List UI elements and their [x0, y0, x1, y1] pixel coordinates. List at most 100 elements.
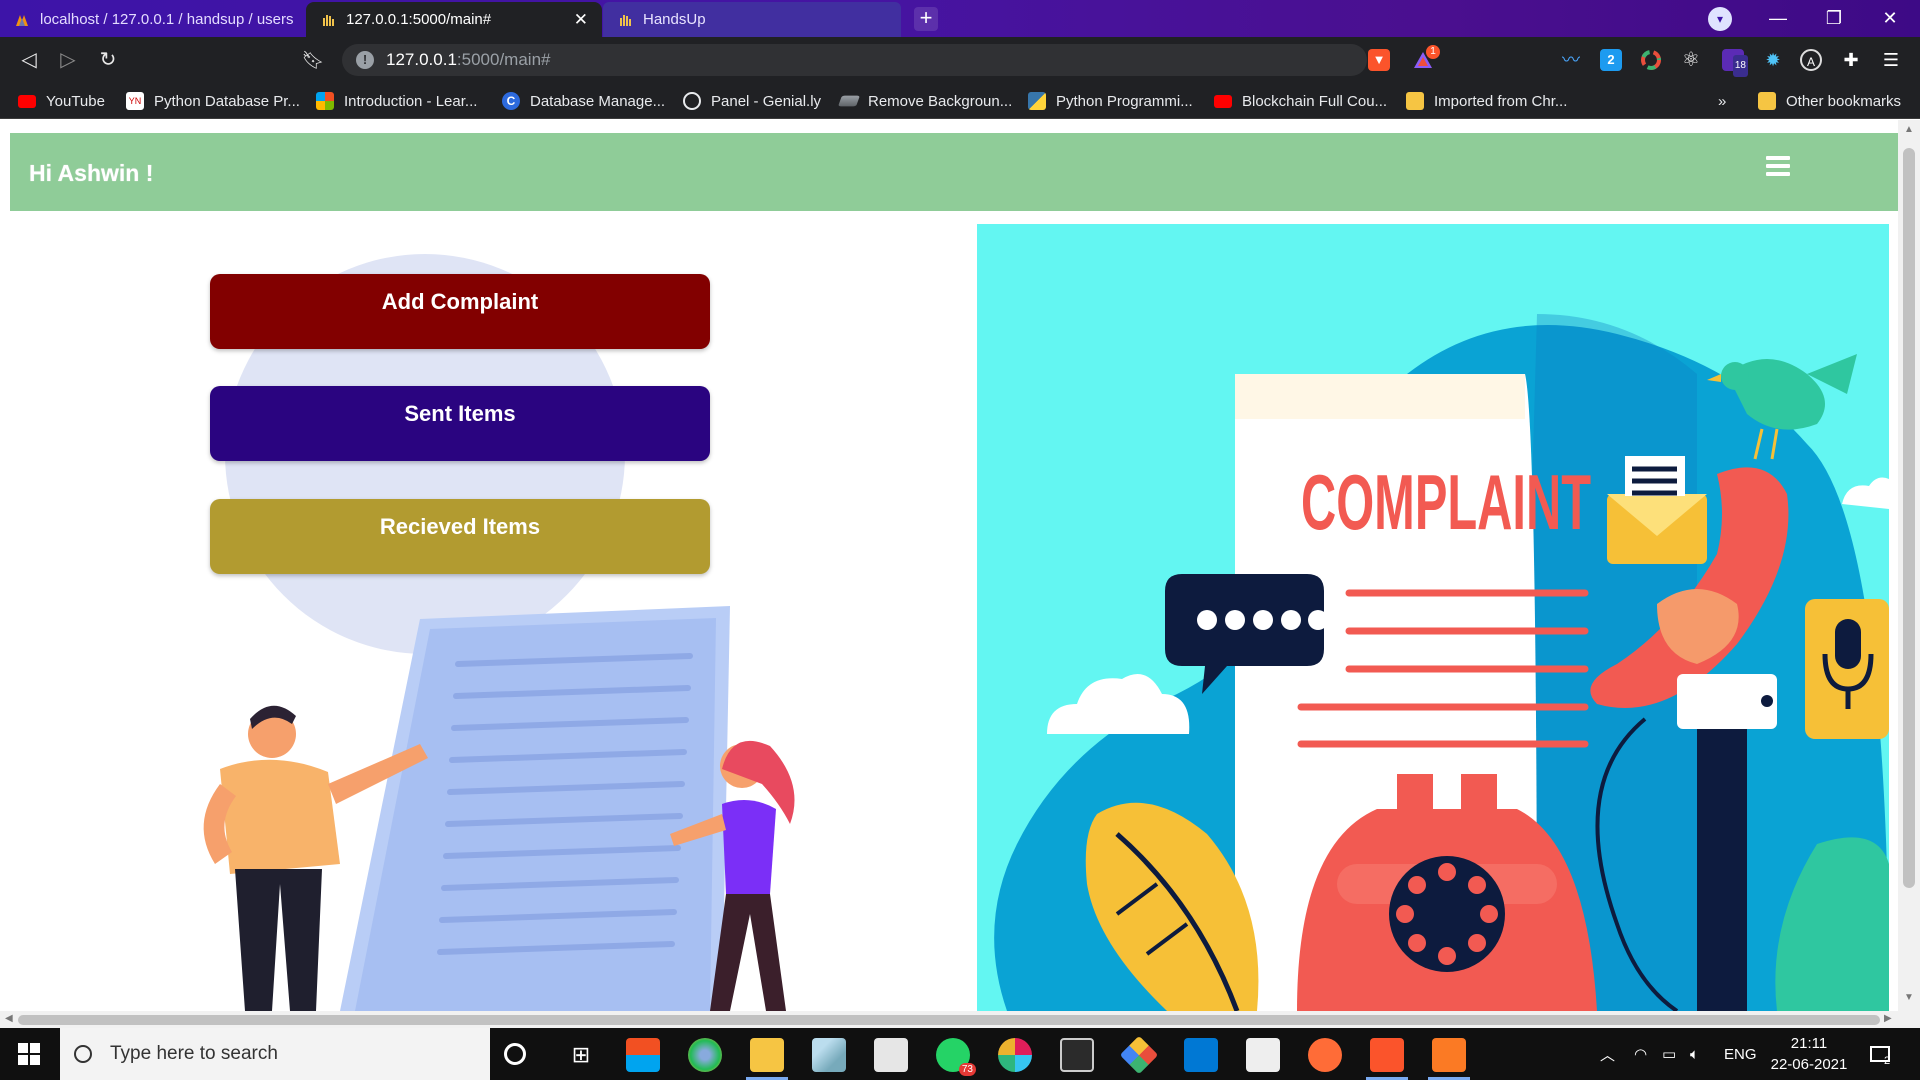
tab-main[interactable]: 127.0.0.1:5000/main# ✕ [306, 2, 602, 37]
python-icon [1028, 92, 1046, 110]
yn-icon: YN [126, 92, 144, 110]
sent-items-button[interactable]: Sent Items [210, 386, 710, 461]
tab-handsup[interactable]: HandsUp [603, 2, 901, 37]
genially-icon [683, 92, 701, 110]
bookmark-youtube[interactable]: YouTube [18, 90, 105, 112]
purple-extension-badge: 18 [1732, 55, 1748, 77]
battery-icon[interactable]: ▭ [1662, 1028, 1676, 1080]
menu-icon[interactable]: ☰ [1880, 49, 1902, 71]
paint-icon[interactable] [688, 1038, 722, 1072]
minimize-icon[interactable]: — [1750, 0, 1806, 37]
wifi-icon[interactable]: ◠ [1634, 1028, 1647, 1080]
bookmark-label: YouTube [46, 92, 105, 110]
horizontal-scrollbar[interactable]: ◀ ▶ [0, 1011, 1898, 1028]
gear-extension-icon[interactable]: ✹ [1762, 49, 1784, 71]
task-view-icon[interactable]: ⊞ [564, 1038, 598, 1072]
postman-icon[interactable] [1308, 1038, 1342, 1072]
hamburger-menu-icon[interactable] [1766, 156, 1792, 180]
browser-tab-strip: localhost / 127.0.0.1 / handsup / users … [0, 0, 1920, 37]
address-bar[interactable]: ! 127.0.0.1:5000/main# [342, 44, 1367, 76]
scroll-down-icon[interactable]: ▼ [1904, 992, 1914, 1003]
new-tab-button[interactable]: + [914, 7, 938, 31]
volume-icon[interactable]: 🔈︎ [1690, 1028, 1699, 1080]
store-icon[interactable] [626, 1038, 660, 1072]
cortana-icon[interactable] [504, 1043, 526, 1065]
close-window-icon[interactable]: ✕ [1862, 0, 1918, 37]
xampp-icon[interactable] [1432, 1038, 1466, 1072]
notification-count: 2 [1884, 1055, 1891, 1067]
bookmark-blockchain[interactable]: Blockchain Full Cou... [1214, 90, 1387, 112]
whatsapp-icon[interactable]: 73 [936, 1038, 976, 1076]
terminal-icon[interactable] [1060, 1038, 1094, 1072]
git-kraken-icon[interactable] [1119, 1035, 1159, 1075]
bookmark-label: Introduction - Lear... [344, 92, 478, 110]
bookmark-python-programming[interactable]: Python Programmi... [1028, 90, 1193, 112]
scroll-up-icon[interactable]: ▲ [1904, 124, 1914, 135]
extensions-puzzle-icon[interactable]: ✚ [1840, 49, 1862, 71]
other-bookmarks-label: Other bookmarks [1786, 92, 1902, 110]
received-items-button[interactable]: Recieved Items [210, 499, 710, 574]
complaint-illustration: COMPLAINT [994, 314, 1889, 1011]
bookmark-label: Python Programmi... [1056, 92, 1193, 110]
language-indicator[interactable]: ENG [1724, 1028, 1757, 1080]
notifications-icon[interactable]: 2 [1870, 1028, 1890, 1080]
phpmyadmin-icon [16, 14, 28, 26]
bookmark-python-db[interactable]: YN Python Database Pr... [126, 90, 300, 112]
windows-start-icon[interactable] [18, 1043, 40, 1065]
bookmarks-overflow-button[interactable]: » [1718, 90, 1726, 112]
search-icon [74, 1045, 92, 1063]
calculator-icon[interactable] [874, 1038, 908, 1072]
taskbar-search-placeholder: Type here to search [110, 1043, 278, 1064]
rewards-badge: 1 [1426, 45, 1440, 59]
tab-search-icon[interactable]: ▾ [1708, 7, 1732, 31]
bookmark-introduction[interactable]: Introduction - Lear... [316, 90, 477, 112]
bookmark-label: Panel - Genial.ly [711, 92, 822, 110]
back-icon[interactable]: ◁ [16, 47, 42, 73]
wave-extension-icon[interactable]: 〰 [1560, 49, 1582, 71]
counter-extension-icon[interactable]: 2 [1600, 49, 1622, 71]
vertical-scrollbar[interactable]: ▲ ▼ [1898, 120, 1920, 1028]
add-complaint-button[interactable]: Add Complaint [210, 274, 710, 349]
layers-icon [838, 95, 860, 107]
greeting-text: Hi Ashwin ! [29, 160, 154, 186]
forward-icon[interactable]: ▷ [55, 47, 81, 73]
site-info-icon[interactable]: ! [356, 51, 374, 69]
document-icon[interactable] [1246, 1038, 1280, 1072]
bookmark-imported[interactable]: Imported from Chr... [1406, 90, 1567, 112]
folder-icon [1406, 92, 1424, 110]
horizontal-scroll-thumb[interactable] [18, 1015, 1880, 1025]
tab-phpmyadmin[interactable]: localhost / 127.0.0.1 / handsup / users [0, 2, 305, 37]
restore-icon[interactable]: ❐ [1806, 0, 1862, 37]
reload-icon[interactable]: ↻ [95, 47, 121, 73]
file-explorer-icon[interactable] [750, 1038, 784, 1072]
bookmark-genially[interactable]: Panel - Genial.ly [683, 90, 821, 112]
bookmark-label: Blockchain Full Cou... [1242, 92, 1388, 110]
tab-title: HandsUp [643, 11, 706, 28]
scroll-right-icon[interactable]: ▶ [1884, 1013, 1892, 1024]
scroll-left-icon[interactable]: ◀ [5, 1013, 13, 1024]
tray-overflow-icon[interactable]: ︿ [1600, 1028, 1615, 1080]
brave-shields-icon[interactable]: ▼ [1368, 49, 1390, 71]
brave-rewards-icon[interactable]: 1 [1412, 45, 1440, 71]
notepad-icon[interactable] [812, 1038, 846, 1072]
bookmark-database-manage[interactable]: C Database Manage... [502, 90, 665, 112]
other-bookmarks[interactable]: Other bookmarks [1758, 90, 1901, 112]
react-devtools-icon[interactable]: ⚛ [1680, 49, 1702, 71]
close-tab-icon[interactable]: ✕ [574, 10, 588, 30]
taskbar-search-box[interactable]: Type here to search [60, 1028, 490, 1080]
profile-a-icon[interactable]: A [1800, 49, 1822, 71]
system-clock[interactable]: 21:11 22-06-2021 [1764, 1033, 1854, 1075]
browser-toolbar: ◁ ▷ ↻ 🔖︎ ! 127.0.0.1:5000/main# ▼ 1 〰 2 … [0, 37, 1920, 82]
clock-date: 22-06-2021 [1770, 1056, 1848, 1073]
brave-browser-icon[interactable] [1370, 1038, 1404, 1072]
bookmark-icon[interactable]: 🔖︎ [300, 47, 326, 73]
vertical-scroll-thumb[interactable] [1903, 148, 1915, 888]
bookmark-label: Database Manage... [530, 92, 666, 110]
color-wheel-extension-icon[interactable] [1640, 49, 1662, 71]
purple-extension-icon[interactable]: 18 [1722, 49, 1748, 77]
bookmark-remove-background[interactable]: Remove Backgroun... [838, 90, 1012, 112]
handsup-icon [620, 14, 631, 26]
vscode-icon[interactable] [1184, 1038, 1218, 1072]
tab-title: localhost / 127.0.0.1 / handsup / users [40, 11, 294, 28]
slack-icon[interactable] [998, 1038, 1032, 1072]
